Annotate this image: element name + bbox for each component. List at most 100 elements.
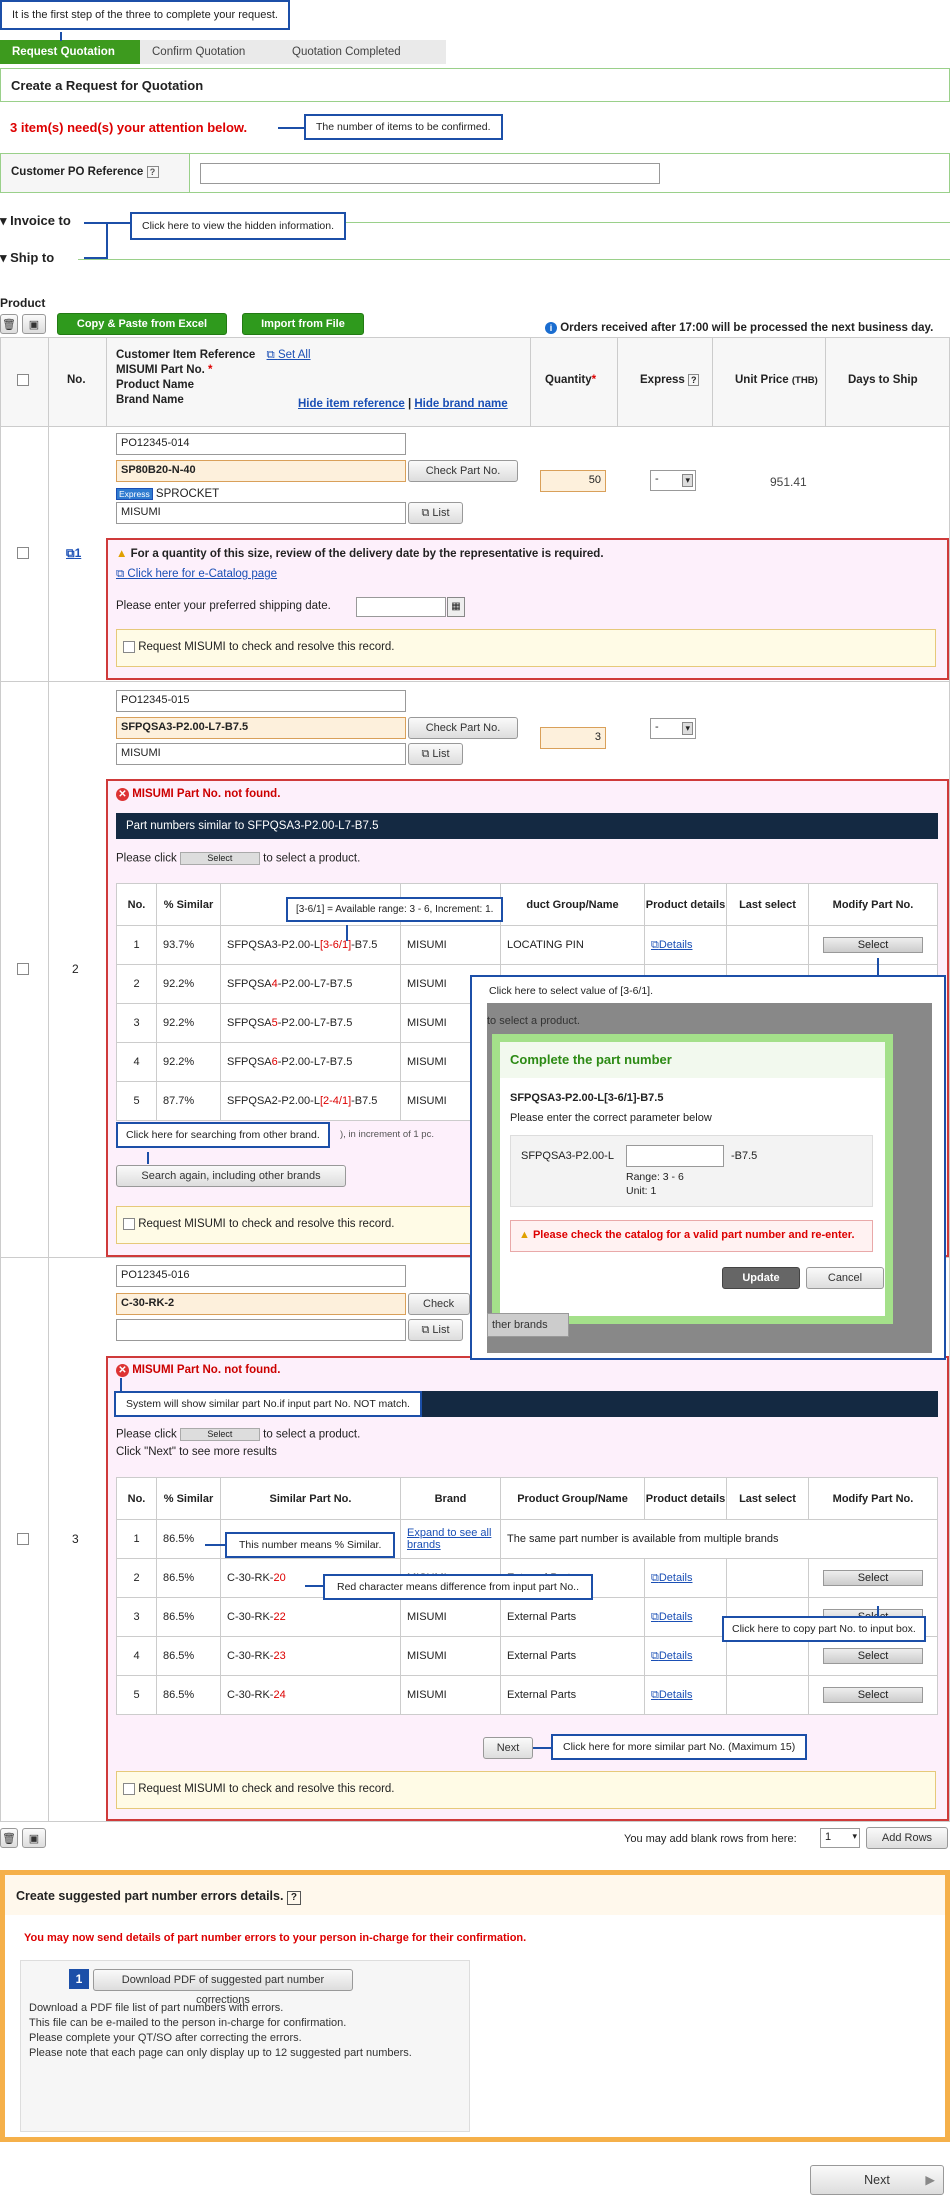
pct-callout: This number means % Similar.: [225, 1532, 396, 1558]
row3-ref-input[interactable]: PO12345-016: [116, 1265, 406, 1287]
popup-error: ▲ Please check the catalog for a valid p…: [510, 1220, 873, 1252]
row1-product-name: SPROCKET: [155, 488, 220, 500]
row1-check-part-button[interactable]: Check Part No.: [408, 460, 518, 482]
express-tag: Express: [116, 488, 153, 500]
row1-ref-input[interactable]: PO12345-014: [116, 433, 406, 455]
step-quotation-completed: Quotation Completed: [280, 40, 446, 64]
row1-request-checkbox[interactable]: [123, 641, 135, 653]
details-link[interactable]: ⧉Details: [651, 939, 692, 951]
row2-qty-input[interactable]: 3: [540, 727, 606, 749]
blank-rows-select[interactable]: 1 ▾: [820, 1828, 860, 1848]
row2-check-part-button[interactable]: Check Part No.: [408, 717, 518, 739]
hidden-info-callout: Click here to view the hidden informatio…: [130, 212, 347, 240]
folder-icon[interactable]: ▣: [22, 1828, 46, 1848]
help-icon[interactable]: ?: [286, 1891, 301, 1905]
select-button[interactable]: Select: [823, 1570, 923, 1586]
row2-checkbox[interactable]: [17, 963, 29, 975]
next-page-button[interactable]: Next ▶: [810, 2165, 944, 2195]
row2-request-checkbox[interactable]: [123, 1218, 135, 1230]
customer-po-label: Customer PO Reference: [11, 166, 144, 178]
row1-list-button[interactable]: ⧉ List: [408, 502, 463, 524]
row1-express-select[interactable]: - ▾: [650, 470, 696, 491]
import-file-button[interactable]: Import from File: [242, 313, 364, 335]
col-product-name: Product Name: [116, 379, 194, 391]
details-link[interactable]: ⧉Details: [651, 1650, 692, 1662]
invoice-to-toggle[interactable]: ▾ Invoice to: [0, 213, 71, 229]
customer-po-input[interactable]: [200, 163, 660, 184]
step-callout: It is the first step of the three to com…: [0, 0, 290, 30]
row2-part-input[interactable]: SFPQSA3-P2.00-L7-B7.5: [116, 717, 406, 739]
row1-brand-input[interactable]: MISUMI: [116, 502, 406, 524]
step-number: 1: [69, 1969, 89, 1989]
update-button[interactable]: Update: [722, 1267, 800, 1289]
ship-date-label: Please enter your preferred shipping dat…: [116, 600, 331, 612]
copy-paste-excel-button[interactable]: Copy & Paste from Excel: [57, 313, 227, 335]
search-again-button[interactable]: Search again, including other brands: [116, 1165, 346, 1187]
details-link[interactable]: ⧉Details: [651, 1689, 692, 1701]
row3-request-checkbox[interactable]: [123, 1783, 135, 1795]
row3-checkbox[interactable]: [17, 1533, 29, 1545]
col-express: Express ?: [640, 374, 700, 386]
col-no: No.: [67, 374, 86, 386]
table-row: 5 86.5% C-30-RK-24 MISUMI External Parts ⧉Det…: [116, 1675, 938, 1715]
table-row: 1 93.7% SFPQSA3-P2.00-L[3-6/1]-B7.5 MISUMI L…: [116, 925, 938, 965]
step-request-quotation: Request Quotation: [0, 40, 140, 64]
ship-date-input[interactable]: [356, 597, 446, 617]
row2-brand-input[interactable]: MISUMI: [116, 743, 406, 765]
cancel-button[interactable]: Cancel: [806, 1267, 884, 1289]
col-cust-ref: Customer Item Reference: [116, 349, 256, 361]
row1-request-check: Request MISUMI to check and resolve this…: [116, 629, 936, 667]
expand-brands-link[interactable]: Expand to see all brands: [407, 1527, 491, 1551]
row2-express-select[interactable]: - ▾: [650, 718, 696, 739]
trash-icon[interactable]: 🗑: [0, 314, 18, 334]
parameter-input[interactable]: [626, 1145, 724, 1167]
next-similar-button[interactable]: Next: [483, 1737, 533, 1759]
row3-check-part-button[interactable]: Check Pa: [408, 1293, 470, 1330]
parameter-popup: Click here to select value of [3-6/1]. t…: [470, 975, 946, 1360]
hide-item-ref-link[interactable]: Hide item reference: [298, 398, 405, 410]
row1-price: 951.41: [770, 475, 807, 489]
row3-list-button[interactable]: ⧉ List: [408, 1319, 463, 1341]
details-link[interactable]: ⧉Details: [651, 1611, 692, 1623]
errors-title: Create suggested part number errors deta…: [16, 1889, 284, 1903]
warning-icon: ▲: [519, 1229, 530, 1241]
help-icon[interactable]: ?: [146, 166, 159, 178]
folder-icon[interactable]: ▣: [22, 314, 46, 334]
col-brand-name: Brand Name: [116, 394, 184, 406]
row3-number: 3: [72, 1532, 79, 1546]
info-icon: i: [545, 322, 557, 334]
row1-part-input[interactable]: SP80B20-N-40: [116, 460, 406, 482]
row3-part-input[interactable]: C-30-RK-2: [116, 1293, 406, 1315]
select-button[interactable]: Select: [823, 1687, 923, 1703]
list-icon: ⧉: [421, 507, 430, 519]
calendar-icon[interactable]: ▦: [447, 597, 465, 617]
row2-ref-input[interactable]: PO12345-015: [116, 690, 406, 712]
set-all-link[interactable]: ⧉ Set All: [267, 349, 311, 361]
trash-icon[interactable]: 🗑: [0, 1828, 18, 1848]
blank-rows-label: You may add blank rows from here:: [624, 1833, 797, 1845]
next-callout: Click here for more similar part No. (Ma…: [551, 1734, 808, 1760]
range-callout: [3-6/1] = Available range: 3 - 6, Increm…: [286, 897, 504, 922]
details-link[interactable]: ⧉Details: [651, 1572, 692, 1584]
copy-callout: Click here to copy part No. to input box…: [722, 1616, 926, 1642]
row3-brand-input[interactable]: [116, 1319, 406, 1341]
red-char-callout: Red character means difference from inpu…: [323, 1574, 594, 1600]
row2-list-button[interactable]: ⧉ List: [408, 743, 463, 765]
ship-to-toggle[interactable]: ▾ Ship to: [0, 250, 54, 266]
attention-text: 3 item(s) need(s) your attention below.: [10, 120, 248, 135]
row1-qty-input[interactable]: 50: [540, 470, 606, 492]
errors-panel: Create suggested part number errors deta…: [0, 1870, 950, 2142]
select-all-checkbox[interactable]: [17, 374, 29, 386]
select-button[interactable]: Select: [823, 1648, 923, 1664]
download-pdf-button[interactable]: Download PDF of suggested part number co…: [93, 1969, 353, 2006]
popup-part: SFPQSA3-P2.00-L[3-6/1]-B7.5: [510, 1092, 664, 1104]
hide-brand-link[interactable]: Hide brand name: [414, 398, 507, 410]
row2-request-check: Request MISUMI to check and resolve this…: [116, 1206, 476, 1244]
row2-number: 2: [72, 962, 79, 976]
add-rows-button[interactable]: Add Rows: [866, 1827, 948, 1849]
row3-request-check: Request MISUMI to check and resolve this…: [116, 1771, 936, 1809]
ecatalog-link[interactable]: ⧉ Click here for e-Catalog page: [116, 568, 277, 581]
row1-number[interactable]: ⧉1: [66, 546, 81, 561]
row1-checkbox[interactable]: [17, 547, 29, 559]
select-button[interactable]: Select: [823, 937, 923, 953]
